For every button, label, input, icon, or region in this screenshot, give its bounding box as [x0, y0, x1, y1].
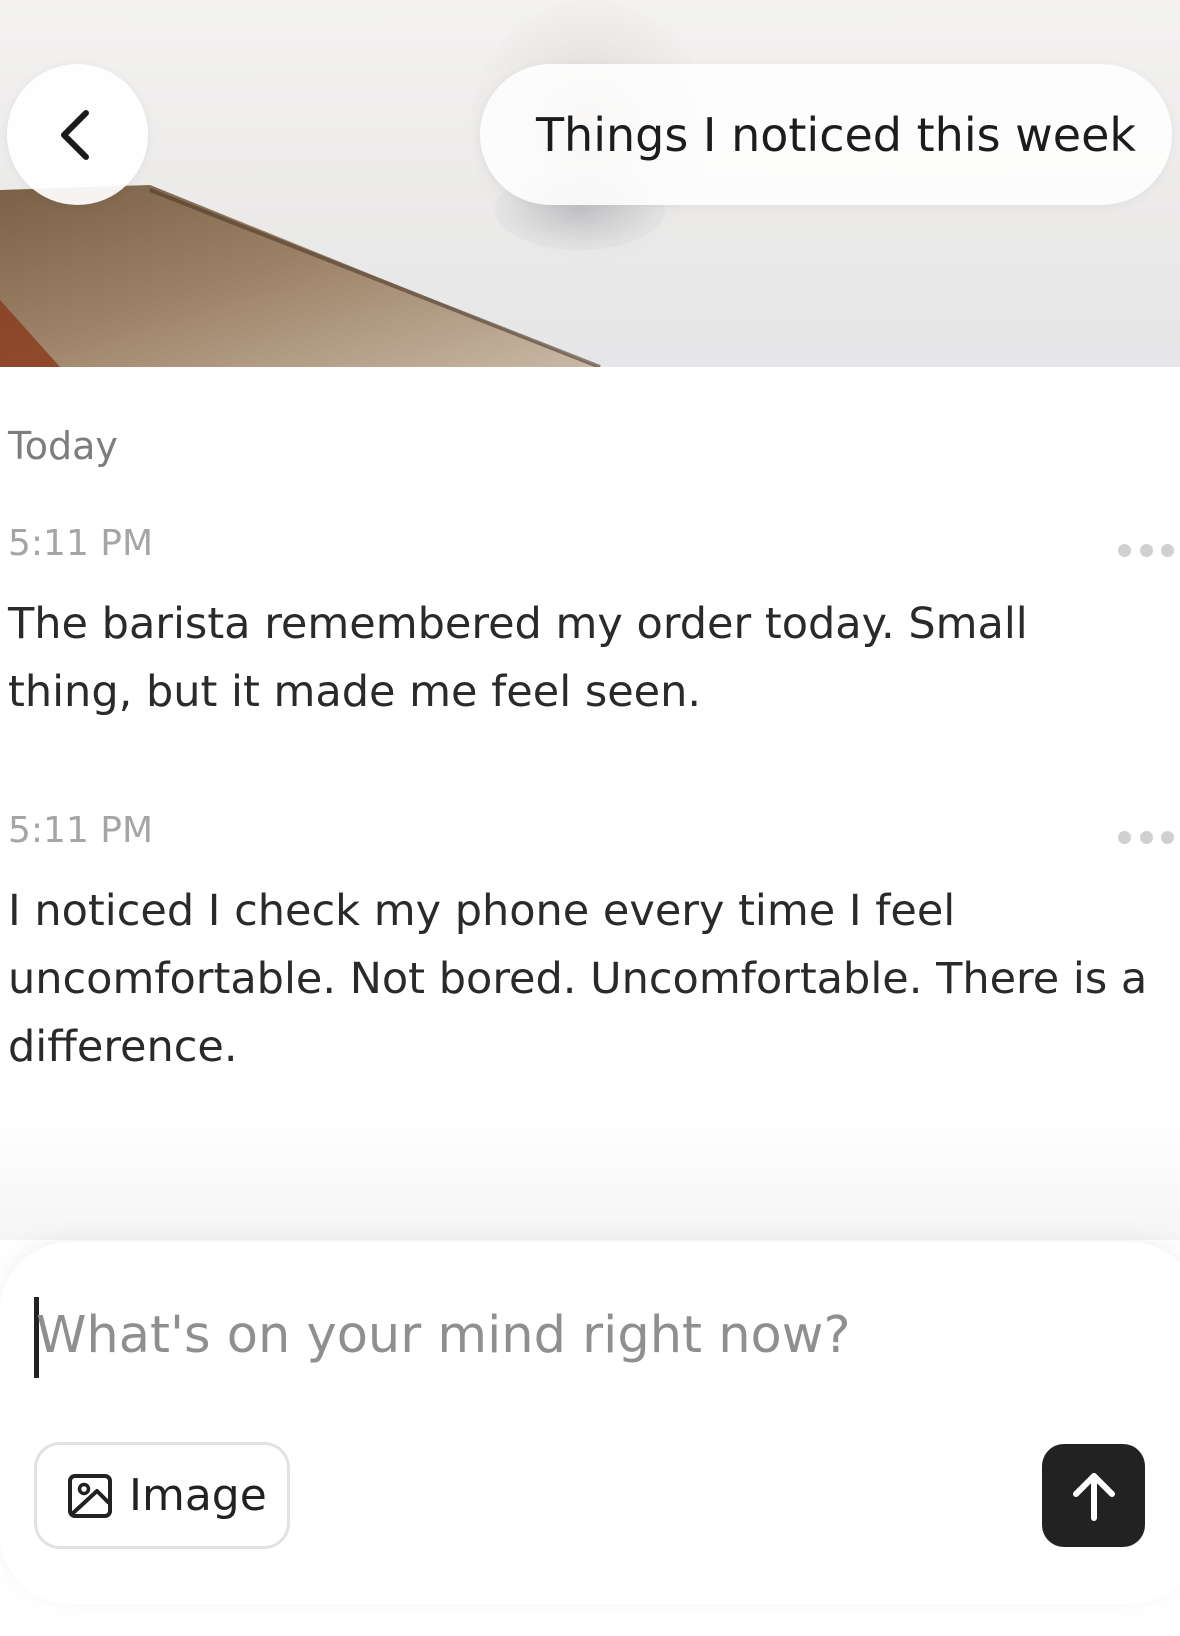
page-title: Things I noticed this week	[480, 64, 1172, 205]
entry-input[interactable]	[36, 1290, 1116, 1380]
entry-text[interactable]: I noticed I check my phone every time I …	[8, 877, 1158, 1081]
send-button[interactable]	[1042, 1444, 1145, 1547]
date-group-label: Today	[8, 424, 118, 468]
add-image-button[interactable]: Image	[34, 1442, 290, 1549]
chevron-left-icon	[60, 109, 89, 160]
dot	[1139, 543, 1153, 557]
dot	[1161, 830, 1174, 844]
image-button-label: Image	[129, 1470, 267, 1521]
dot	[1118, 543, 1131, 557]
arrow-up-icon	[1072, 1472, 1115, 1521]
image-icon	[67, 1473, 113, 1519]
dot	[1118, 830, 1131, 844]
back-button[interactable]	[7, 64, 148, 205]
dot	[1139, 830, 1153, 844]
entry-text[interactable]: The barista remembered my order today. S…	[8, 590, 1158, 726]
entry-timestamp: 5:11 PM	[8, 810, 154, 851]
more-horizontal-icon[interactable]	[1118, 827, 1174, 847]
composer-fade	[0, 1110, 1180, 1240]
entry-timestamp: 5:11 PM	[8, 523, 154, 564]
dot	[1161, 543, 1174, 557]
more-horizontal-icon[interactable]	[1118, 540, 1174, 560]
